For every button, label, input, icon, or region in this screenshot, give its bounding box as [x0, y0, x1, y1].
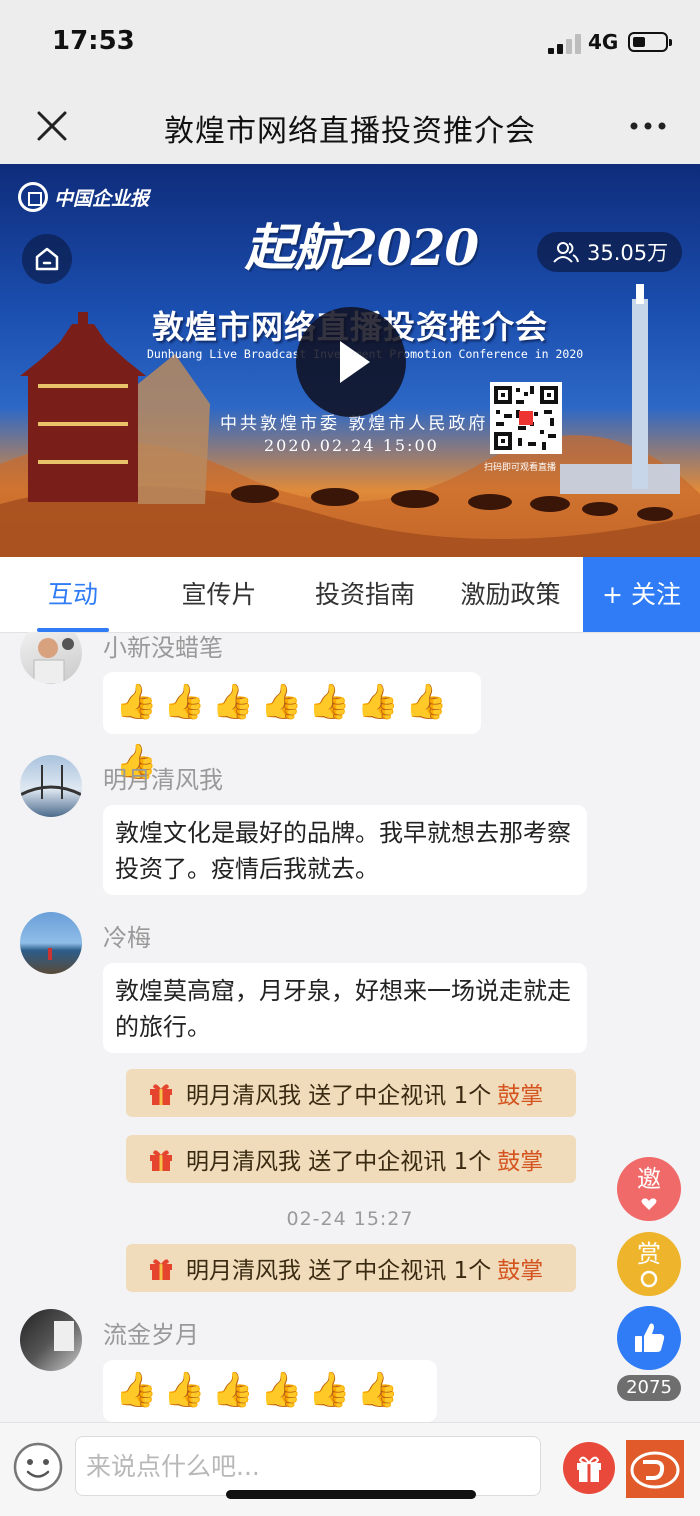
status-time: 17:53	[52, 26, 135, 56]
status-bar: 17:53 4G	[0, 0, 700, 88]
avatar[interactable]	[20, 632, 82, 684]
tab-interaction[interactable]: 互动	[0, 557, 146, 632]
input-bar	[0, 1422, 700, 1516]
banner-headline: 起航2020	[245, 218, 479, 277]
viewer-count: 35.05万	[587, 241, 669, 265]
message-bubble: 敦煌文化是最好的品牌。我早就想去那考察投资了。疫情后我就去。	[103, 805, 587, 895]
banner-datetime: 2020.02.24 15:00	[264, 436, 439, 455]
message-bubble: 👍👍👍👍👍👍👍👍	[103, 672, 481, 782]
page-title: 敦煌市网络直播投资推介会	[164, 114, 536, 149]
tab-incentive-policy[interactable]: 激励政策	[438, 557, 583, 632]
comment-input[interactable]	[75, 1436, 541, 1496]
message-bubble: 敦煌莫高窟，月牙泉，好想来一场说走就走的旅行。	[103, 963, 587, 1053]
home-button[interactable]	[22, 234, 72, 284]
video-banner[interactable]: 中国企业报 35.05万 起航2020 敦煌市网络直播投资推介会 Dunhuan…	[0, 164, 700, 557]
gift-notice: 明月清风我 送了中企视讯 1个 鼓掌	[126, 1135, 576, 1183]
gift-icon	[577, 1456, 601, 1482]
signal-icon	[548, 34, 582, 54]
play-button[interactable]	[296, 307, 406, 417]
gift-notice: 明月清风我 送了中企视讯 1个 鼓掌	[126, 1069, 576, 1117]
gift-icon	[150, 1150, 172, 1171]
close-button[interactable]	[32, 106, 72, 146]
viewer-count-badge: 35.05万	[537, 232, 682, 272]
brand-logo-icon	[630, 1451, 680, 1489]
more-button[interactable]	[624, 106, 672, 146]
smile-icon	[13, 1442, 63, 1492]
coin-icon	[640, 1270, 658, 1288]
brand-button[interactable]	[626, 1440, 684, 1498]
qr-caption: 扫码即可观看直播	[484, 463, 557, 473]
gift-icon	[150, 1084, 172, 1105]
like-button[interactable]	[617, 1306, 681, 1370]
avatar[interactable]	[20, 1309, 82, 1371]
heart-icon	[641, 1198, 657, 1210]
avatar[interactable]	[20, 912, 82, 974]
nav-bar: 敦煌市网络直播投资推介会	[0, 88, 700, 165]
more-icon	[630, 122, 666, 130]
users-icon	[553, 242, 579, 263]
username: 流金岁月	[103, 1321, 199, 1349]
username: 小新没蜡笔	[103, 634, 223, 662]
close-icon	[37, 111, 67, 141]
logo-icon	[18, 182, 48, 212]
network-type: 4G	[588, 30, 619, 54]
message-bubble: 👍👍👍👍👍👍👍	[103, 1360, 437, 1422]
gift-notice: 明月清风我 送了中企视讯 1个 鼓掌	[126, 1244, 576, 1292]
chat-list[interactable]: 小新没蜡笔 👍👍👍👍👍👍👍👍 明月清风我 敦煌文化是最好的品牌。我早就想去那考察…	[0, 632, 700, 1422]
thumbs-up-icon	[635, 1323, 665, 1352]
tab-promo-video[interactable]: 宣传片	[146, 557, 292, 632]
gift-button[interactable]	[563, 1442, 615, 1494]
invite-button[interactable]: 邀	[617, 1157, 681, 1221]
battery-icon	[628, 32, 672, 52]
gift-icon	[150, 1259, 172, 1280]
message-timestamp: 02-24 15:27	[286, 1208, 414, 1230]
home-icon	[35, 247, 59, 271]
reward-button[interactable]: 赏	[617, 1232, 681, 1296]
tab-bar: 互动 宣传片 投资指南 激励政策 + 关注	[0, 557, 700, 633]
avatar[interactable]	[20, 755, 82, 817]
emoji-button[interactable]	[12, 1441, 64, 1493]
qr-code	[490, 382, 562, 454]
home-indicator	[226, 1490, 476, 1499]
follow-button[interactable]: + 关注	[583, 557, 700, 632]
tab-investment-guide[interactable]: 投资指南	[292, 557, 438, 632]
username: 冷梅	[103, 924, 151, 952]
brand-logo: 中国企业报	[18, 182, 149, 212]
username: 明月清风我	[103, 766, 223, 794]
like-count: 2075	[617, 1375, 681, 1401]
